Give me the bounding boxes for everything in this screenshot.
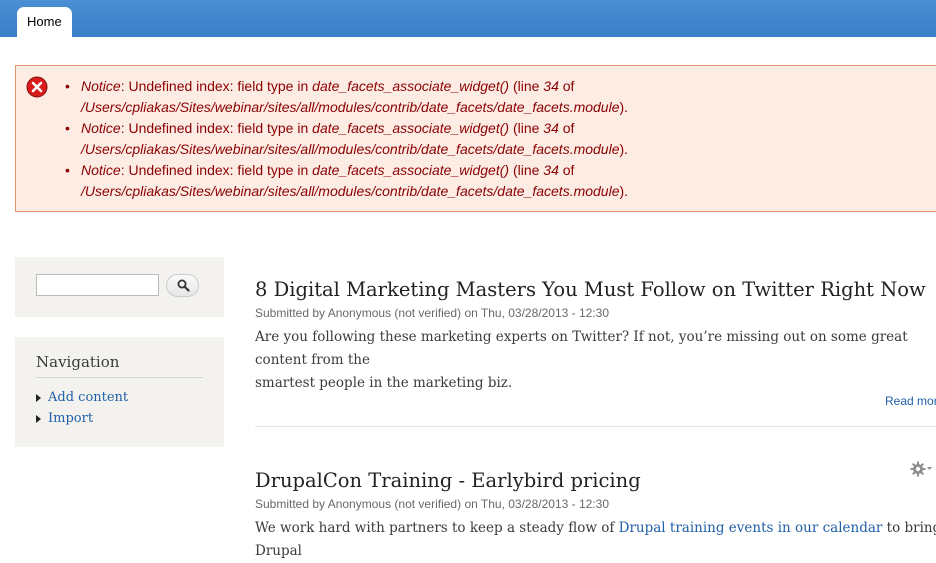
error-messages: Notice: Undefined index: field type in d… [15,65,936,212]
article-title[interactable]: DrupalCon Training - Earlybird pricing [255,469,936,492]
article-teaser: DrupalCon Training - Earlybird pricing S… [255,469,936,563]
search-icon [177,279,190,292]
error-message-item: Notice: Undefined index: field type in d… [64,76,936,118]
article-teaser: 8 Digital Marketing Masters You Must Fol… [255,278,936,395]
article-title[interactable]: 8 Digital Marketing Masters You Must Fol… [255,278,936,301]
error-message-item: Notice: Undefined index: field type in d… [64,118,936,160]
top-bar: Home [0,0,936,37]
search-block [15,257,224,317]
search-input[interactable] [36,274,159,296]
training-events-link[interactable]: Drupal training events in our calendar [619,520,883,536]
triangle-bullet-icon [36,393,41,402]
nav-item-label[interactable]: Import [48,411,93,426]
navigation-block: Navigation Add content Import [15,337,224,447]
article-meta: Submitted by Anonymous (not verified) on… [255,306,609,320]
read-more-link[interactable]: Read more [885,394,936,408]
navigation-title: Navigation [36,353,203,378]
search-button[interactable] [166,274,199,297]
error-message-item: Notice: Undefined index: field type in d… [64,160,936,202]
article-body: We work hard with partners to keep a ste… [255,520,936,559]
article-meta: Submitted by Anonymous (not verified) on… [255,497,609,511]
article-body: Are you following these marketing expert… [255,329,908,391]
triangle-bullet-icon [36,414,41,423]
nav-item-add-content[interactable]: Add content [36,390,128,405]
nav-item-import[interactable]: Import [36,411,93,426]
tab-home[interactable]: Home [17,7,72,37]
error-icon [26,76,48,98]
divider [255,426,936,427]
nav-item-label[interactable]: Add content [48,390,128,405]
